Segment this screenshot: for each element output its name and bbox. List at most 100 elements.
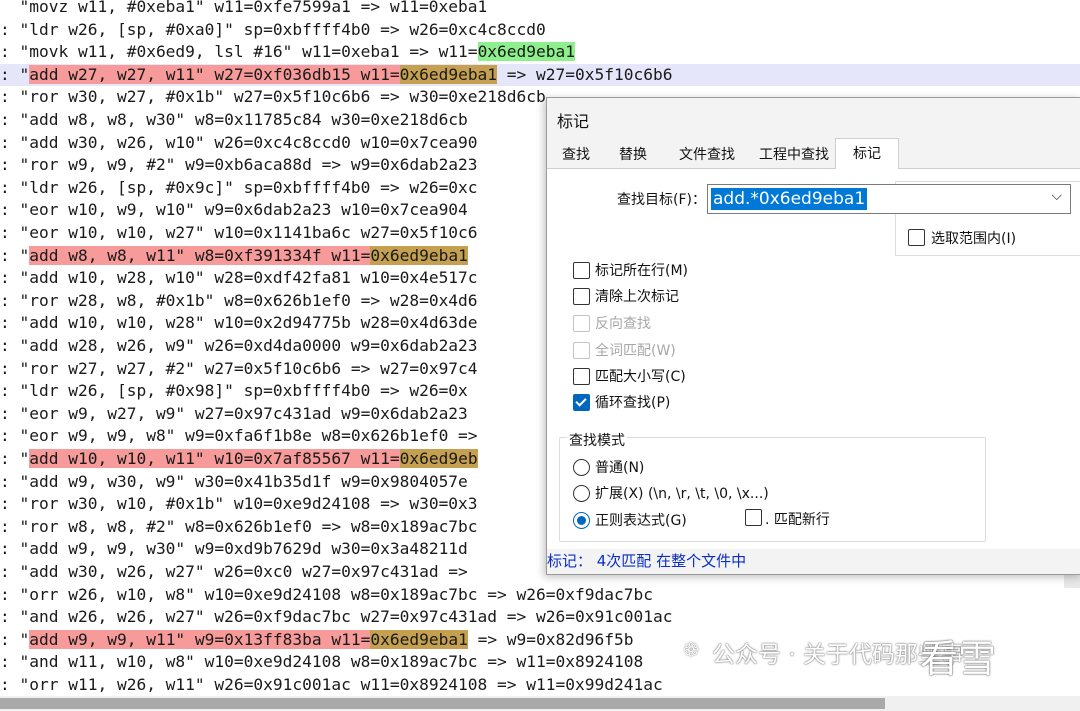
- code-text: "add w8, w8, w30" w8=0x11785c84 w30=0xe2…: [19, 110, 468, 129]
- line-prefix: :: [0, 177, 20, 197]
- option-label: 反向查找: [595, 316, 651, 332]
- code-text: "ldr w26, [sp, #0x9c]" sp=0xbffff4b0 => …: [19, 177, 478, 197]
- code-text: ": [19, 245, 30, 265]
- option-checkbox[interactable]: [573, 288, 590, 305]
- line-prefix: :: [0, 132, 20, 152]
- in-selection-label: 选取范围内(I): [931, 231, 1017, 247]
- marked-text: add w10, w10, w11" w10=0x7af85567 w11=: [29, 449, 400, 468]
- code-text: "ror w28, w8, #0x1b" w8=0x626b1ef0 => w2…: [19, 290, 478, 310]
- line-prefix: :: [0, 584, 20, 604]
- tab-replace[interactable]: 替换: [607, 142, 659, 168]
- code-line[interactable]: : "add w27, w27, w11" w27=0xf036db15 w11…: [0, 63, 1080, 87]
- match-newline-checkbox[interactable]: [745, 509, 762, 526]
- code-text: "add w9, w9, w30" w9=0xd9b7629d w30=0x3a…: [19, 539, 468, 559]
- line-prefix: :: [0, 494, 20, 514]
- search-mode-radio[interactable]: [573, 485, 590, 502]
- line-prefix: :: [0, 403, 20, 423]
- option-checkbox[interactable]: [573, 368, 590, 385]
- mark-dialog: 标记 查找 替换 文件查找 工程中查找 标记 查找目标(F)： add.*0x6…: [546, 97, 1080, 575]
- line-prefix: :: [0, 629, 20, 649]
- option-checkbox[interactable]: [573, 262, 590, 279]
- code-line[interactable]: : "orr w26, w10, w8" w10=0xe9d24108 w8=0…: [0, 584, 1080, 607]
- code-line[interactable]: : "orr w11, w26, w11" w26=0x91c001ac w11…: [0, 674, 1080, 696]
- search-mode-radio[interactable]: [573, 459, 590, 476]
- line-prefix: :: [0, 562, 20, 581]
- code-text: ": [19, 629, 30, 649]
- code-text: "add w10, w10, w28" w10=0x2d94775b w28=0…: [19, 313, 478, 333]
- code-text: "add w9, w30, w9" w30=0x41b35d1f w9=0x98…: [19, 471, 468, 491]
- chevron-down-icon[interactable]: ⌵: [1051, 188, 1062, 204]
- code-text: "and w26, w26, w27" w26=0xf9dac7bc w27=0…: [19, 607, 673, 627]
- code-text: => w27=0x5f10c6b6: [497, 64, 673, 84]
- code-text: "eor w9, w27, w9" w27=0x97c431ad w9=0x6d…: [19, 403, 468, 423]
- find-target-combobox[interactable]: add.*0x6ed9eba1 ⌵: [707, 184, 1071, 214]
- line-prefix: :: [0, 313, 20, 333]
- code-line[interactable]: : "and w26, w26, w27" w26=0xf9dac7bc w27…: [0, 606, 1080, 629]
- code-text: "add w28, w26, w9" w26=0xd4da0000 w9=0x6…: [19, 336, 478, 355]
- line-prefix: :: [0, 652, 20, 672]
- find-target-label: 查找目标(F)：: [617, 192, 706, 208]
- search-mode-radio[interactable]: [573, 512, 590, 529]
- tab-mark[interactable]: 标记: [835, 138, 899, 170]
- option-label: 标记所在行(M): [595, 263, 689, 279]
- code-text: "ror w30, w27, #0x1b" w27=0x5f10c6b6 => …: [19, 87, 546, 107]
- marked-text: add w27, w27, w11" w27=0xf036db15 w11=: [29, 64, 400, 84]
- tab-find-in-project[interactable]: 工程中查找: [751, 142, 837, 168]
- dialog-title: 标记: [557, 112, 590, 131]
- line-prefix: :: [0, 245, 20, 265]
- line-prefix: :: [0, 381, 20, 401]
- find-target-value[interactable]: add.*0x6ed9eba1: [711, 188, 868, 210]
- line-prefix: :: [0, 268, 20, 288]
- code-text: "eor w10, w10, w27" w10=0x1141ba6c w27=0…: [19, 223, 478, 242]
- option-checkbox: [573, 342, 590, 359]
- match-highlight: 0x6ed9eba1: [370, 245, 468, 265]
- code-text: "orr w26, w10, w8" w10=0xe9d24108 w8=0x1…: [19, 584, 653, 604]
- marked-text: add w9, w9, w11" w9=0x13ff83ba w11=: [29, 629, 371, 649]
- search-mode-title: 查找模式: [567, 430, 627, 450]
- watermark-brand: 看雪: [920, 637, 997, 681]
- line-prefix: :: [0, 675, 20, 694]
- option-label: 匹配大小写(C): [595, 369, 686, 385]
- option-checkbox: [573, 315, 590, 332]
- code-text: "movz w11, #0xeba1" w11=0xfe7599a1 => w1…: [0, 0, 488, 16]
- option-label: 全词匹配(W): [595, 343, 676, 359]
- code-line[interactable]: "movz w11, #0xeba1" w11=0xfe7599a1 => w1…: [0, 0, 1080, 19]
- selected-text: 0x6ed9eba1: [477, 42, 576, 62]
- code-text: "ror w27, w27, #2" w27=0x5f10c6b6 => w27…: [19, 358, 478, 378]
- line-prefix: :: [0, 358, 20, 378]
- tab-find-in-files[interactable]: 文件查找: [669, 142, 745, 168]
- search-mode-label: 正则表达式(G): [595, 513, 687, 529]
- line-prefix: :: [0, 223, 20, 242]
- code-line[interactable]: : "ldr w26, [sp, #0xa0]" sp=0xbffff4b0 =…: [0, 19, 1080, 42]
- match-highlight: 0x6ed9eba1: [370, 629, 468, 649]
- line-prefix: :: [0, 471, 20, 491]
- option-label: 清除上次标记: [595, 289, 679, 305]
- line-prefix: :: [0, 449, 20, 468]
- code-text: ": [19, 449, 30, 468]
- line-prefix: :: [0, 539, 20, 559]
- code-text: "add w30, w26, w27" w26=0xc0 w27=0x97c43…: [19, 562, 468, 581]
- code-text: "ldr w26, [sp, #0x98]" sp=0xbffff4b0 => …: [19, 381, 468, 401]
- code-text: "movk w11, #0x6ed9, lsl #16" w11=0xeba1 …: [19, 42, 478, 62]
- line-prefix: :: [0, 87, 20, 107]
- status-text: 标记： 4次匹配 在整个文件中: [547, 552, 747, 570]
- code-text: "ror w9, w9, #2" w9=0xb6aca88d => w9=0x6…: [19, 155, 478, 175]
- in-selection-checkbox[interactable]: [908, 229, 925, 246]
- code-text: "and w11, w10, w8" w10=0xe9d24108 w8=0x1…: [19, 652, 644, 672]
- line-prefix: :: [0, 110, 20, 129]
- code-text: "eor w9, w9, w8" w9=0xfa6f1b8e w8=0x626b…: [19, 426, 478, 446]
- line-prefix: :: [0, 426, 20, 446]
- code-text: "ror w8, w8, #2" w8=0x626b1ef0 => w8=0x1…: [19, 516, 478, 536]
- code-line[interactable]: : "movk w11, #0x6ed9, lsl #16" w11=0xeba…: [0, 41, 1080, 64]
- tab-find[interactable]: 查找: [553, 142, 599, 168]
- code-text: "eor w10, w9, w10" w9=0x6dab2a23 w10=0x7…: [19, 200, 468, 220]
- line-prefix: :: [0, 42, 20, 62]
- option-label: 循环查找(P): [595, 395, 671, 411]
- wechat-icon: ❁: [684, 634, 699, 662]
- option-checkbox[interactable]: [573, 394, 590, 411]
- line-prefix: :: [0, 290, 20, 310]
- status-bar: 标记： 4次匹配 在整个文件中: [547, 549, 1080, 574]
- code-text: "ldr w26, [sp, #0xa0]" sp=0xbffff4b0 => …: [19, 19, 546, 39]
- code-text: "orr w11, w26, w11" w26=0x91c001ac w11=0…: [19, 675, 663, 694]
- horizontal-scrollbar-thumb[interactable]: [0, 698, 885, 709]
